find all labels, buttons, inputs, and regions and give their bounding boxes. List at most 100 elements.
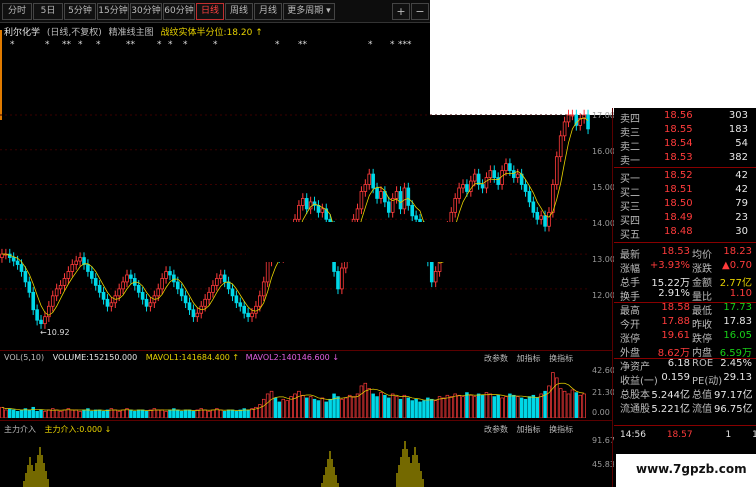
candle-body bbox=[93, 278, 98, 286]
candle-body bbox=[316, 204, 321, 213]
add-indicator-button[interactable]: 加指标 bbox=[517, 354, 541, 363]
signal-star: * bbox=[157, 40, 162, 50]
sell-level-row[interactable]: 卖四 18.56 303 bbox=[620, 110, 748, 125]
candle-body bbox=[453, 198, 457, 213]
volume-bar bbox=[11, 409, 16, 418]
quote-row: 最高 18.58 最低 17.73 bbox=[620, 302, 752, 317]
volume-bar bbox=[316, 400, 321, 418]
candle-body bbox=[191, 309, 196, 318]
tab-60min[interactable]: 60分钟 bbox=[163, 3, 195, 20]
tab-5day[interactable]: 5日 bbox=[33, 3, 63, 20]
buy-level-row[interactable]: 买一 18.52 42 bbox=[620, 170, 748, 185]
quote-row: 收益(一) 0.159 PE(动) 29.13 bbox=[620, 372, 752, 387]
tab-monthly[interactable]: 月线 bbox=[254, 3, 282, 20]
volume-bar bbox=[261, 398, 266, 418]
candle-body bbox=[410, 204, 415, 217]
candle-body bbox=[50, 295, 55, 307]
volume-bar bbox=[480, 394, 485, 418]
divider bbox=[614, 425, 756, 426]
main-indicator[interactable]: 精准线主图 bbox=[109, 28, 154, 38]
signal-star: * bbox=[45, 40, 50, 50]
tab-weekly[interactable]: 周线 bbox=[225, 3, 253, 20]
tab-30min[interactable]: 30分钟 bbox=[130, 3, 162, 20]
candle-body bbox=[160, 278, 164, 290]
candle-body bbox=[31, 291, 36, 311]
switch-indicator-button[interactable]: 换指标 bbox=[549, 354, 573, 363]
add-indicator-button[interactable]: 加指标 bbox=[517, 425, 541, 434]
tab-5min[interactable]: 5分钟 bbox=[64, 3, 96, 20]
volume-bar bbox=[273, 397, 278, 418]
volume-bar bbox=[230, 409, 235, 418]
volume-bar bbox=[285, 400, 289, 418]
candle-body bbox=[340, 267, 344, 290]
candle-body bbox=[58, 284, 63, 290]
volume-bar bbox=[97, 409, 102, 418]
sell-level-row[interactable]: 卖二 18.54 54 bbox=[620, 138, 748, 153]
quote-row: 换手 2.91% 量比 1.10 bbox=[620, 288, 752, 303]
buy-level-row[interactable]: 买三 18.50 79 bbox=[620, 198, 748, 213]
volume-bar bbox=[515, 396, 520, 418]
quote-row: 流通股 5.221亿 流值 96.75亿 bbox=[620, 404, 753, 415]
sell-level-row[interactable]: 卖三 18.55 183 bbox=[620, 124, 748, 139]
volume-bar bbox=[414, 398, 418, 418]
change-params-button[interactable]: 改参数 bbox=[484, 425, 508, 434]
sell-level-row[interactable]: 卖一 18.53 382 bbox=[620, 152, 748, 167]
candle-body bbox=[27, 281, 32, 293]
candle-body bbox=[90, 271, 94, 279]
tab-more-periods[interactable]: 更多周期 ▾ bbox=[283, 3, 335, 20]
divider bbox=[0, 350, 612, 351]
volume-bar bbox=[160, 409, 164, 418]
candle-body bbox=[531, 201, 536, 213]
candle-body bbox=[566, 114, 571, 123]
candle-body bbox=[74, 260, 78, 265]
candle-body bbox=[54, 288, 59, 297]
zoom-out-button[interactable]: − bbox=[411, 3, 429, 20]
candle-body bbox=[140, 291, 145, 300]
tab-intraday[interactable]: 分时 bbox=[2, 3, 32, 20]
buy-level-row[interactable]: 买二 18.51 42 bbox=[620, 184, 748, 199]
candle-body bbox=[242, 305, 247, 314]
tab-15min[interactable]: 15分钟 bbox=[97, 3, 129, 20]
candle-body bbox=[250, 312, 254, 318]
period-toolbar: 分时 5日 5分钟 15分钟 30分钟 60分钟 日线 周线 月线 更多周期 ▾… bbox=[0, 0, 430, 23]
divider bbox=[614, 167, 756, 168]
candle-body bbox=[355, 208, 360, 220]
volume-bar bbox=[39, 409, 43, 418]
candle-body bbox=[359, 191, 364, 210]
volume-chart[interactable] bbox=[0, 364, 590, 418]
candle-body bbox=[320, 208, 325, 213]
tab-daily[interactable]: 日线 bbox=[196, 3, 224, 20]
volume-bar bbox=[500, 397, 504, 418]
volume-bar bbox=[0, 406, 4, 418]
candle-body bbox=[363, 184, 368, 192]
candle-body bbox=[402, 187, 407, 210]
zoom-in-button[interactable]: + bbox=[392, 3, 410, 20]
switch-indicator-button[interactable]: 换指标 bbox=[549, 425, 573, 434]
candle-body bbox=[472, 173, 477, 182]
candle-body bbox=[375, 187, 379, 199]
signal-star: ** bbox=[298, 40, 307, 50]
volume-bar bbox=[129, 409, 133, 418]
volume-bar bbox=[320, 397, 325, 418]
buy-level-row[interactable]: 买五 18.48 30 bbox=[620, 226, 748, 241]
volume-bar bbox=[265, 393, 270, 418]
change-params-button[interactable]: 改参数 bbox=[484, 354, 508, 363]
buy-level-row[interactable]: 买四 18.49 23 bbox=[620, 212, 748, 227]
candle-body bbox=[211, 284, 215, 293]
candle-body bbox=[457, 187, 461, 199]
volume-bar bbox=[113, 409, 118, 418]
volume-bar bbox=[226, 409, 231, 418]
blank-overlay bbox=[430, 0, 756, 115]
volume-bar bbox=[375, 396, 379, 418]
candle-body bbox=[86, 264, 90, 272]
candle-body bbox=[35, 309, 39, 321]
volume-bar bbox=[402, 394, 407, 418]
signal-star: * bbox=[78, 40, 83, 50]
volume-bar bbox=[117, 410, 121, 418]
candle-body bbox=[367, 173, 372, 185]
candle-body bbox=[254, 305, 258, 314]
candle-body bbox=[238, 302, 243, 307]
volume-bar bbox=[148, 409, 153, 418]
volume-bar bbox=[136, 409, 141, 418]
main-force-chart[interactable] bbox=[0, 435, 590, 487]
